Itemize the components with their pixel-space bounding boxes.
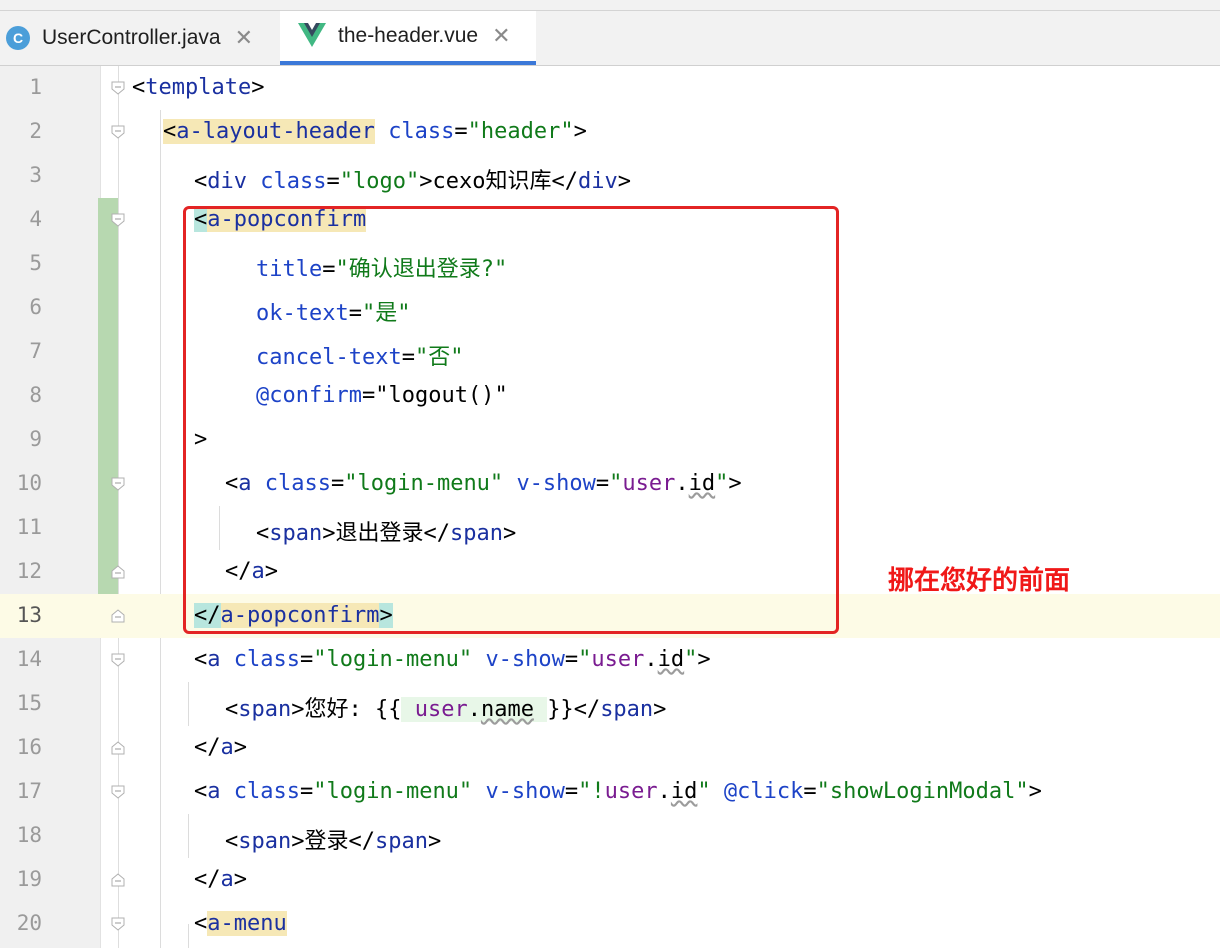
code-line[interactable]: 1 <template> (0, 66, 1220, 110)
fold-open-icon[interactable] (111, 213, 125, 227)
annotation-note: 挪在您好的前面 (888, 565, 1071, 595)
line-number: 15 (16, 691, 42, 715)
code-line[interactable]: 2 <a-layout-header class="header"> (0, 110, 1220, 154)
close-icon[interactable]: ✕ (492, 23, 510, 49)
code-line[interactable]: 18 <span>登录</span> (0, 814, 1220, 858)
code-line[interactable]: 3 <div class="logo">cexo知识库</div> (0, 154, 1220, 198)
code-line[interactable]: 19 </a> (0, 858, 1220, 902)
line-number: 8 (29, 383, 42, 407)
line-number: 7 (29, 339, 42, 363)
line-number: 11 (16, 515, 42, 539)
line-number: 1 (29, 75, 42, 99)
close-icon[interactable]: ✕ (235, 25, 253, 51)
code-editor[interactable]: 1 <template> 2 <a-layout-header class="h… (0, 66, 1220, 948)
fold-close-icon[interactable] (111, 565, 125, 579)
code-text: <template> (132, 75, 265, 100)
vue-icon (298, 23, 326, 47)
code-text: <a class="login-menu" v-show="!user.id" … (194, 779, 1042, 804)
code-text: </a> (194, 735, 247, 760)
fold-open-icon[interactable] (111, 917, 125, 931)
line-number: 10 (16, 471, 42, 495)
code-text: <span>您好: {{ user.name }}</span> (225, 697, 667, 722)
code-text: <div class="logo">cexo知识库</div> (194, 169, 631, 194)
tab-usercontroller-java[interactable]: C UserController.java ✕ (0, 11, 280, 65)
code-text: </a> (194, 867, 247, 892)
code-line[interactable]: 17 <a class="login-menu" v-show="!user.i… (0, 770, 1220, 814)
tab-label: UserController.java (42, 26, 221, 49)
fold-close-icon[interactable] (111, 873, 125, 887)
fold-open-icon[interactable] (111, 81, 125, 95)
code-line[interactable]: 14 <a class="login-menu" v-show="user.id… (0, 638, 1220, 682)
fold-open-icon[interactable] (111, 785, 125, 799)
line-number: 16 (16, 735, 42, 759)
tab-label: the-header.vue (338, 24, 479, 47)
code-text: <a-layout-header class="header"> (163, 119, 587, 144)
java-class-icon: C (6, 26, 30, 50)
line-number: 5 (29, 251, 42, 275)
line-number: 6 (29, 295, 42, 319)
line-number: 3 (29, 163, 42, 187)
fold-open-icon[interactable] (111, 653, 125, 667)
line-number: 18 (16, 823, 42, 847)
line-number: 14 (16, 647, 42, 671)
editor-tab-bar: C UserController.java ✕ the-header.vue ✕ (0, 0, 1220, 66)
line-number: 20 (16, 911, 42, 935)
fold-open-icon[interactable] (111, 477, 125, 491)
line-number: 4 (29, 207, 42, 231)
line-number: 17 (16, 779, 42, 803)
code-text: <a-menu (194, 911, 287, 936)
line-number: 2 (29, 119, 42, 143)
fold-close-icon[interactable] (111, 741, 125, 755)
code-text: <a class="login-menu" v-show="user.id"> (194, 647, 711, 672)
code-line[interactable]: 15 <span>您好: {{ user.name }}</span> (0, 682, 1220, 726)
highlight-box (183, 206, 839, 634)
code-line[interactable]: 16 </a> (0, 726, 1220, 770)
code-line[interactable]: 20 <a-menu (0, 902, 1220, 946)
fold-close-icon[interactable] (111, 609, 125, 623)
tab-the-header-vue[interactable]: the-header.vue ✕ (280, 11, 536, 65)
line-number: 12 (16, 559, 42, 583)
line-number: 19 (16, 867, 42, 891)
fold-open-icon[interactable] (111, 125, 125, 139)
line-number: 13 (16, 603, 42, 627)
code-text: <span>登录</span> (225, 829, 442, 854)
line-number: 9 (29, 427, 42, 451)
